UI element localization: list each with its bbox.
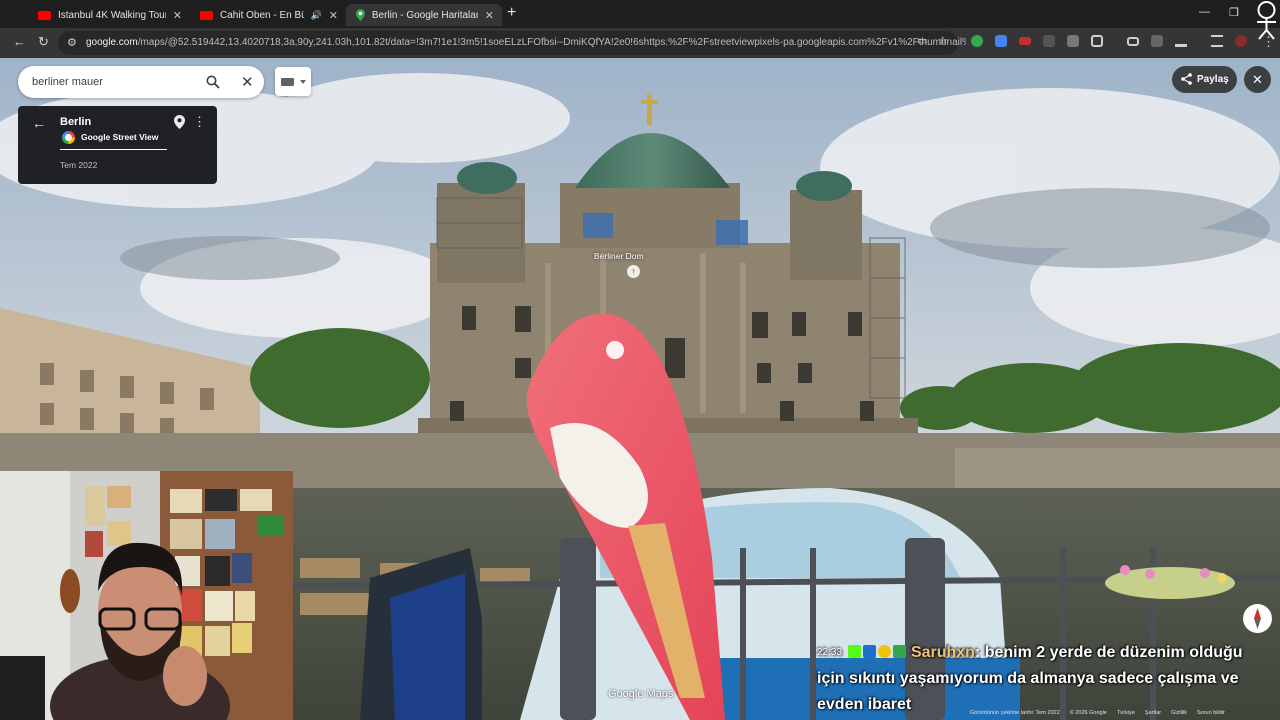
tab-title: Berlin - Google Haritalar — [371, 9, 478, 21]
location-pin-icon[interactable] — [174, 115, 185, 129]
clear-search-icon[interactable]: ✕ — [241, 73, 254, 91]
youtube-extension-icon[interactable] — [1019, 37, 1031, 45]
google-maps-icon — [356, 9, 365, 21]
profile-avatar[interactable] — [1235, 35, 1247, 47]
tab-berlin-google-maps[interactable]: Berlin - Google Haritalar ✕ — [346, 4, 502, 26]
sidebar-icon[interactable] — [1127, 37, 1139, 46]
reload-icon[interactable]: ↻ — [38, 34, 49, 50]
chat-username[interactable]: Saruhxn — [911, 644, 975, 661]
streamer-webcam — [0, 471, 293, 720]
restore-icon[interactable]: ❐ — [1229, 6, 1239, 19]
back-arrow-icon[interactable]: ← — [32, 115, 46, 131]
keyboard-icon — [281, 78, 306, 86]
subscriber-badge-icon — [863, 645, 877, 658]
imagery-source: Google Street View — [81, 132, 159, 142]
media-control-icon[interactable] — [1211, 35, 1223, 47]
share-icon — [1181, 73, 1192, 85]
translate-icon[interactable] — [1151, 35, 1163, 47]
download-icon[interactable] — [1175, 35, 1187, 47]
google-maps-watermark: Google Maps — [608, 688, 674, 700]
gifter-badge-icon — [878, 645, 892, 658]
audio-playing-icon[interactable]: 🔊 — [311, 10, 322, 21]
url-host: google.com — [86, 37, 138, 48]
compass-icon[interactable] — [1243, 604, 1272, 633]
close-tab-icon[interactable]: ✕ — [173, 9, 182, 22]
google-street-view-logo — [62, 131, 75, 144]
site-settings-icon[interactable]: ⚙ — [67, 36, 77, 49]
tab-cahit-oben[interactable]: Cahit Oben - En Büyük Şab 🔊 ✕ — [190, 4, 346, 26]
webcam-feed — [0, 471, 293, 720]
extension-icon[interactable] — [1067, 35, 1079, 47]
cast-icon[interactable]: ▭ — [917, 34, 927, 47]
tab-strip: Istanbul 4K Walking Tour: Colo ✕ Cahit O… — [0, 0, 1280, 28]
kick-badge-icon — [848, 645, 862, 658]
address-bar[interactable]: ⚙ google.com/maps/@52.519442,13.4020718,… — [58, 31, 966, 55]
landmark-info-icon[interactable]: ↑ — [627, 265, 640, 278]
youtube-icon — [200, 10, 213, 20]
search-input[interactable]: berliner mauer — [32, 76, 103, 88]
share-button[interactable]: Paylaş — [1172, 66, 1237, 93]
minimize-icon[interactable]: — — [1199, 6, 1210, 18]
search-icon[interactable] — [206, 75, 220, 89]
chat-badge-icon — [893, 645, 907, 658]
translate-extension-icon[interactable] — [995, 35, 1007, 47]
divider — [60, 149, 167, 150]
extensions-puzzle-icon[interactable] — [1091, 35, 1103, 47]
street-view-info-card: ← Berlin ⋮ Google Street View Tem 2022 — [18, 106, 217, 184]
back-icon[interactable]: ← — [13, 34, 26, 50]
tab-title: Istanbul 4K Walking Tour: Colo — [58, 9, 166, 21]
chat-timestamp: 22:33 — [817, 647, 843, 658]
close-tab-icon[interactable]: ✕ — [329, 9, 338, 22]
tab-title: Cahit Oben - En Büyük Şab — [220, 9, 304, 21]
close-icon: ✕ — [1252, 72, 1263, 87]
tab-istanbul-walking-tour[interactable]: Istanbul 4K Walking Tour: Colo ✕ — [28, 4, 190, 26]
new-tab-icon[interactable]: + — [507, 5, 516, 21]
extension-icon[interactable] — [971, 35, 983, 47]
close-street-view-button[interactable]: ✕ — [1244, 66, 1271, 93]
capture-date: Tem 2022 — [60, 160, 98, 170]
keyboard-input-button[interactable] — [275, 67, 311, 96]
more-options-icon[interactable]: ⋮ — [193, 114, 206, 130]
share-label: Paylaş — [1197, 74, 1229, 85]
close-tab-icon[interactable]: ✕ — [485, 9, 494, 22]
extension-icon[interactable] — [1043, 35, 1055, 47]
browser-toolbar: ← ↻ ⚙ google.com/maps/@52.519442,13.4020… — [0, 28, 1280, 58]
maps-search-box[interactable]: berliner mauer ✕ — [18, 66, 264, 98]
youtube-icon — [38, 10, 51, 20]
url-path: /maps/@52.519442,13.4020718,3a,90y,241.0… — [137, 37, 966, 48]
place-title: Berlin — [60, 116, 92, 128]
address-url: google.com/maps/@52.519442,13.4020718,3a… — [86, 37, 966, 48]
stream-chat-message: 22:33 Saruhxn: benim 2 yerde de düzenim … — [817, 640, 1273, 718]
landmark-label[interactable]: Berliner Dom — [594, 251, 644, 261]
bookmark-star-icon[interactable]: ☆ — [938, 34, 948, 47]
channel-logo-icon — [1257, 1, 1276, 40]
